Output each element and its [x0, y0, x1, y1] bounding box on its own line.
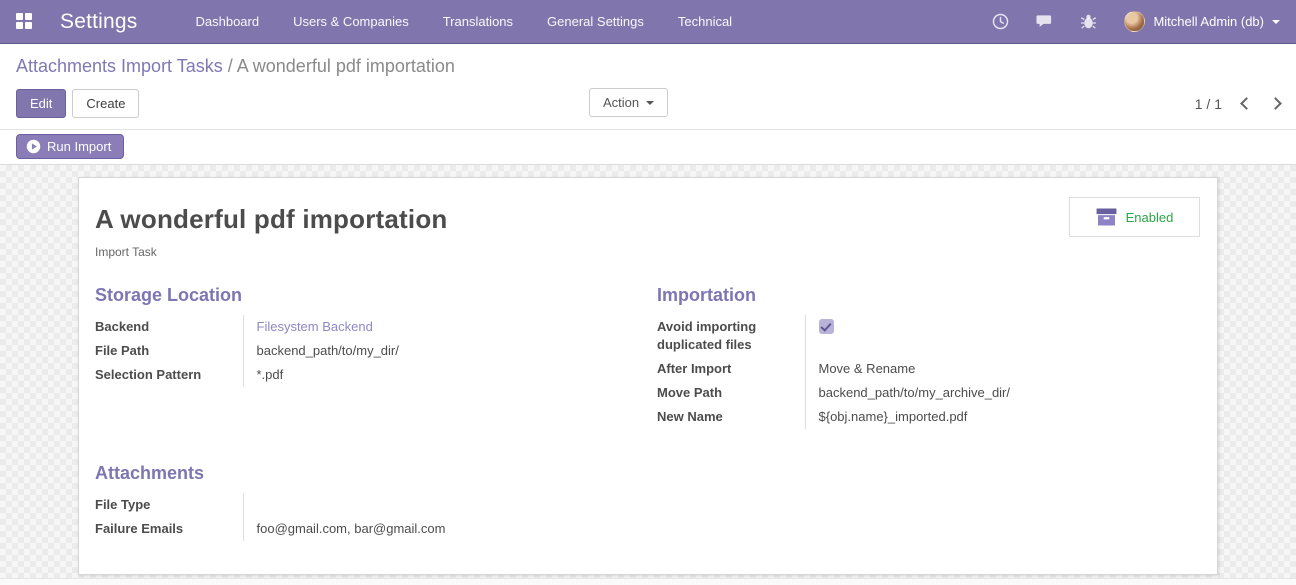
app-title[interactable]: Settings [60, 10, 137, 34]
action-dropdown-button[interactable]: Action [589, 88, 669, 117]
group-title: Attachments [95, 463, 205, 483]
backend-value-link[interactable]: Filesystem Backend [257, 319, 373, 334]
archive-box-icon [1096, 208, 1117, 226]
group-attachments: Attachments File Type Failure Emails foo… [95, 463, 601, 541]
chevron-down-icon [1272, 19, 1280, 24]
group-title: Importation [657, 285, 756, 305]
field-label-file-type: File Type [95, 497, 151, 512]
form-view-background: Enabled A wonderful pdf importation Impo… [0, 165, 1296, 585]
record-title: A wonderful pdf importation [95, 204, 448, 234]
field-value-failure-emails: foo@gmail.com, bar@gmail.com [242, 517, 601, 541]
bottom-scroll-strip [0, 578, 1296, 585]
pager-value: 1 / 1 [1194, 95, 1222, 112]
edit-button[interactable]: Edit [16, 89, 67, 118]
record-subtitle: Import Task [95, 245, 157, 259]
field-row-selection-pattern: Selection Pattern *.pdf [95, 363, 601, 387]
field-label-selection-pattern: Selection Pattern [95, 367, 202, 382]
pager-next-icon[interactable] [1269, 97, 1282, 110]
navbar-right: Mitchell Admin (db) [992, 11, 1280, 32]
messages-icon[interactable] [1036, 13, 1053, 30]
field-value-file-type [242, 493, 601, 517]
create-button[interactable]: Create [72, 89, 140, 118]
play-circle-icon [26, 139, 41, 154]
field-row-new-name: New Name ${obj.name}_imported.pdf [657, 405, 1163, 429]
field-row-after-import: After Import Move & Rename [657, 357, 1163, 381]
menu-item-general-settings[interactable]: General Settings [547, 14, 644, 29]
breadcrumb-separator: / [222, 56, 237, 76]
pager: 1 / 1 [1194, 95, 1282, 112]
field-row-failure-emails: Failure Emails foo@gmail.com, bar@gmail.… [95, 517, 601, 541]
enabled-label: Enabled [1125, 209, 1174, 225]
run-import-button[interactable]: Run Import [16, 134, 125, 159]
menu-item-users-companies[interactable]: Users & Companies [293, 14, 409, 29]
debug-bug-icon[interactable] [1080, 13, 1097, 30]
breadcrumb: Attachments Import Tasks / A wonderful p… [16, 56, 1280, 77]
field-value-selection-pattern: *.pdf [242, 363, 601, 387]
field-row-file-path: File Path backend_path/to/my_dir/ [95, 339, 601, 363]
form-statusbar: Run Import [0, 130, 1296, 165]
chevron-down-icon [646, 100, 655, 105]
user-avatar [1124, 11, 1146, 32]
field-row-backend: Backend Filesystem Backend [95, 315, 601, 339]
field-row-avoid-duplicates: Avoid importing duplicated files [657, 315, 1163, 357]
user-menu[interactable]: Mitchell Admin (db) [1124, 11, 1280, 32]
field-label-backend: Backend [95, 319, 150, 334]
field-groups: Storage Location Backend Filesystem Back… [95, 285, 1201, 429]
field-label-failure-emails: Failure Emails [95, 521, 184, 536]
group-title: Storage Location [95, 285, 243, 305]
group-storage-location: Storage Location Backend Filesystem Back… [95, 285, 601, 429]
control-panel: Attachments Import Tasks / A wonderful p… [0, 44, 1296, 130]
group-importation: Importation Avoid importing duplicated f… [657, 285, 1163, 429]
field-label-file-path: File Path [95, 343, 150, 358]
field-label-new-name: New Name [657, 409, 723, 424]
action-label: Action [603, 95, 640, 110]
field-label-move-path: Move Path [657, 385, 723, 400]
field-value-after-import: Move & Rename [804, 357, 1163, 381]
user-name: Mitchell Admin (db) [1153, 14, 1264, 29]
breadcrumb-current: A wonderful pdf importation [236, 56, 455, 76]
menu-item-technical[interactable]: Technical [678, 14, 732, 29]
field-value-new-name: ${obj.name}_imported.pdf [804, 405, 1163, 429]
main-menu: Dashboard Users & Companies Translations… [195, 14, 732, 29]
menu-item-dashboard[interactable]: Dashboard [195, 14, 259, 29]
field-row-file-type: File Type [95, 493, 601, 517]
menu-item-translations[interactable]: Translations [443, 14, 513, 29]
top-navbar: Settings Dashboard Users & Companies Tra… [0, 0, 1296, 44]
run-import-label: Run Import [47, 139, 112, 154]
pager-previous-icon[interactable] [1240, 97, 1253, 110]
activities-clock-icon[interactable] [992, 13, 1009, 30]
breadcrumb-parent-link[interactable]: Attachments Import Tasks [16, 56, 223, 76]
field-label-avoid-duplicates: Avoid importing duplicated files [657, 319, 757, 352]
field-label-after-import: After Import [657, 361, 732, 376]
field-row-move-path: Move Path backend_path/to/my_archive_dir… [657, 381, 1163, 405]
control-panel-buttons-row: Edit Create Action 1 / 1 [16, 88, 1282, 119]
field-value-move-path: backend_path/to/my_archive_dir/ [804, 381, 1163, 405]
field-value-file-path: backend_path/to/my_dir/ [242, 339, 601, 363]
form-sheet: Enabled A wonderful pdf importation Impo… [78, 177, 1218, 575]
enabled-stat-button[interactable]: Enabled [1069, 197, 1200, 237]
apps-menu-icon[interactable] [16, 12, 34, 31]
avoid-duplicates-checkbox[interactable] [818, 319, 834, 334]
